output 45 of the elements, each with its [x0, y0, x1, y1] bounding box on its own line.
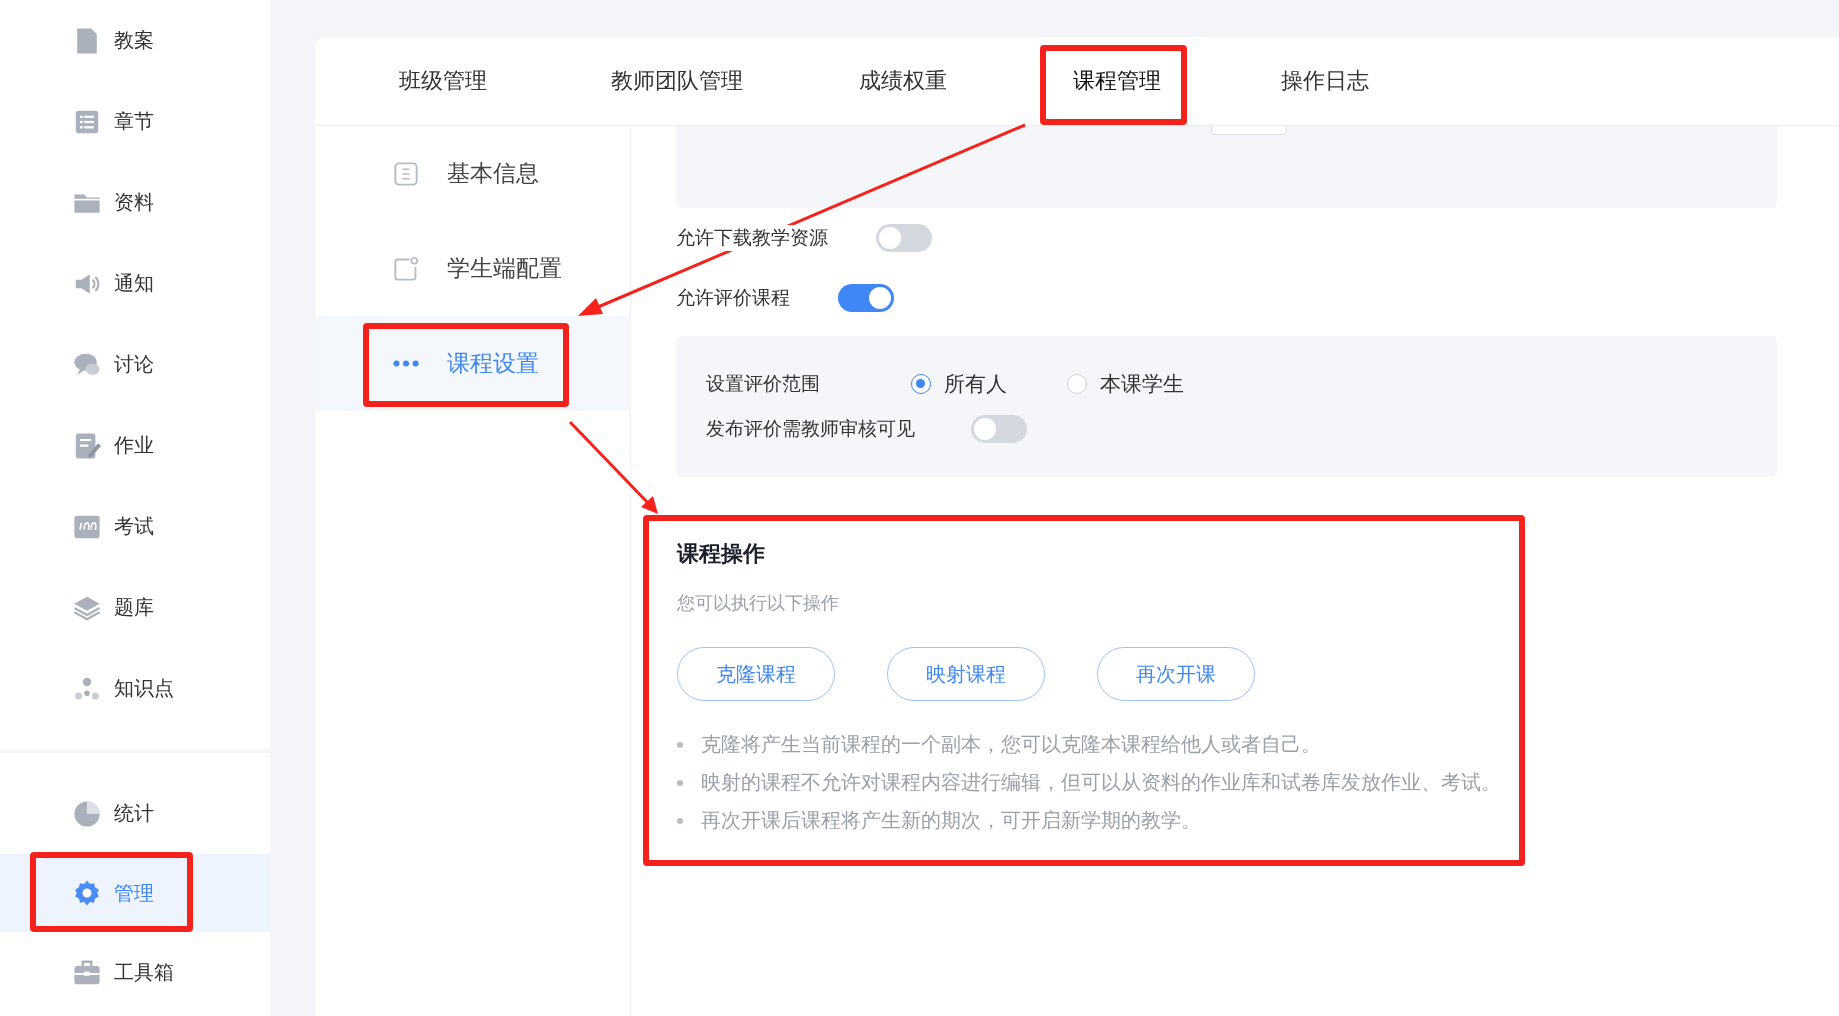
note-text: 再次开课后课程将产生新的期次，可开启新学期的教学。: [701, 808, 1201, 834]
more-dots-icon: [393, 360, 419, 367]
sidebar-item[interactable]: 章节: [0, 81, 270, 162]
setting-label: 发布评价需教师审核可见: [706, 416, 915, 441]
note-text: 映射的课程不允许对课程内容进行编辑，但可以从资料的作业库和试卷库发放作业、考试。: [701, 770, 1501, 796]
toggle-switch[interactable]: [838, 284, 894, 312]
input-field[interactable]: [1211, 126, 1287, 135]
toggle-switch[interactable]: [971, 415, 1027, 443]
bullet-icon: [677, 779, 683, 786]
sidebar-item[interactable]: 通知: [0, 243, 270, 324]
section-title: 课程操作: [677, 540, 766, 568]
note-text: 克隆将产生当前课程的一个副本，您可以克隆本课程给他人或者自己。: [701, 732, 1321, 758]
toolbox-icon: [73, 958, 101, 987]
tab[interactable]: 班级管理: [325, 37, 561, 125]
sidebar-item[interactable]: 工具箱: [0, 932, 270, 1013]
bullet-icon: [677, 741, 683, 748]
sidebar-item[interactable]: 教案: [0, 0, 270, 81]
share-box-icon: [393, 255, 419, 282]
action-button[interactable]: 映射课程: [887, 647, 1045, 701]
sidebar-item[interactable]: 作业: [0, 405, 270, 486]
pie-chart-icon: [73, 799, 101, 828]
setting-label: 设置评价范围: [706, 371, 821, 396]
form-icon: [393, 160, 419, 187]
action-button[interactable]: 再次开课: [1097, 647, 1255, 701]
setting-label: 允许下载教学资源: [676, 225, 828, 251]
gear-icon: [73, 879, 101, 907]
sidebar-item[interactable]: 讨论: [0, 324, 270, 405]
sidebar-item[interactable]: 统计: [0, 773, 270, 854]
tab[interactable]: 教师团队管理: [561, 37, 793, 125]
bullet-icon: [677, 817, 683, 824]
sidebar-item[interactable]: 考试: [0, 486, 270, 567]
tab[interactable]: 课程管理: [1013, 37, 1221, 125]
tab[interactable]: 成绩权重: [793, 37, 1013, 125]
radio-option[interactable]: 所有人: [911, 370, 1007, 398]
radio-option[interactable]: 本课学生: [1067, 370, 1184, 398]
action-button[interactable]: 克隆课程: [677, 647, 835, 701]
toggle-switch[interactable]: [876, 224, 932, 252]
pencil-note-icon: [73, 431, 101, 460]
subnav-item[interactable]: 学生端配置: [315, 221, 630, 316]
sidebar-item[interactable]: 题库: [0, 567, 270, 648]
sidebar-item[interactable]: 知识点: [0, 648, 270, 729]
subnav-item[interactable]: 基本信息: [315, 126, 630, 221]
section-subtitle: 您可以执行以下操作: [677, 591, 840, 615]
sidebar-item[interactable]: 资料: [0, 162, 270, 243]
tab[interactable]: 操作日志: [1221, 37, 1429, 125]
